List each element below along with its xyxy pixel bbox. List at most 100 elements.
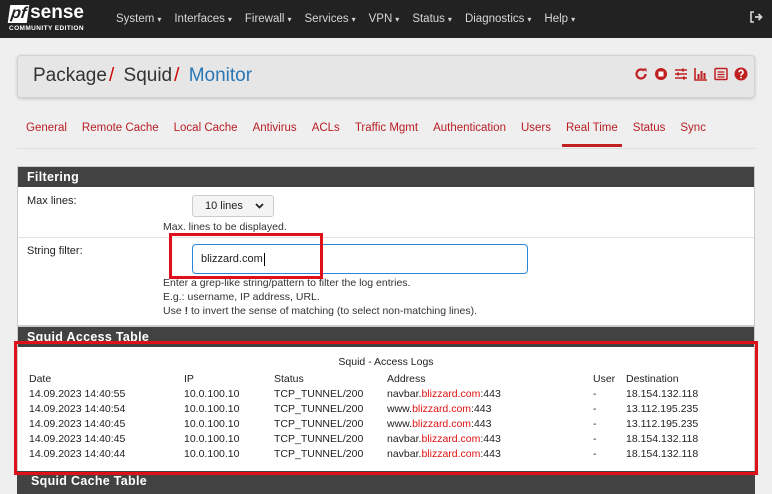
filtering-heading: Filtering [18,167,754,187]
table-row: 14.09.2023 14:40:44 10.0.100.10 TCP_TUNN… [29,447,726,462]
tab-users[interactable]: Users [521,122,551,134]
table-row: 14.09.2023 14:40:45 10.0.100.10 TCP_TUNN… [29,417,726,432]
chart-icon[interactable] [694,67,708,81]
breadcrumb-squid[interactable]: Squid [124,65,173,86]
list-icon[interactable] [714,67,728,81]
tab-remote-cache[interactable]: Remote Cache [82,122,159,134]
cell-destination: 18.154.132.118 [626,433,699,445]
cell-user: - [593,388,597,400]
string-filter-help-3: Use ! to invert the sense of matching (t… [163,305,477,317]
breadcrumb-monitor[interactable]: Monitor [189,65,252,86]
main-menu: System ▾ Interfaces ▾ Firewall ▾ Services ▾ … [116,0,588,38]
cell-ip: 10.0.100.10 [184,448,240,460]
max-lines-select[interactable]: 10 lines [192,195,274,217]
tab-authentication[interactable]: Authentication [433,122,506,134]
text-cursor [263,252,265,266]
menu-interfaces-label: Interfaces [174,13,225,25]
max-lines-row: Max lines: [18,187,754,237]
brand-pf: pf [7,5,30,23]
menu-vpn[interactable]: VPN ▾ [369,13,400,25]
max-lines-value: 10 lines [205,200,243,212]
sign-out-icon[interactable] [749,10,763,27]
string-filter-label: String filter: [27,245,83,257]
cell-status: TCP_TUNNEL/200 [274,418,364,430]
table-row: 14.09.2023 14:40:55 10.0.100.10 TCP_TUNN… [29,387,726,402]
breadcrumb-package[interactable]: Package [33,65,107,86]
menu-diagnostics-label: Diagnostics [464,13,525,25]
tab-status[interactable]: Status [633,122,666,134]
sliders-icon[interactable] [674,67,688,81]
string-filter-input[interactable]: blizzard.com [192,244,528,274]
caret-down-icon: ▾ [571,15,576,24]
help-text: Use [163,305,185,317]
cell-ip: 10.0.100.10 [184,433,240,445]
menu-interfaces[interactable]: Interfaces ▾ [174,13,232,25]
caret-down-icon: ▾ [527,15,532,24]
help-icon[interactable] [734,67,748,81]
breadcrumb-panel: Package / Squid / Monitor [17,55,755,98]
filtering-panel: Filtering Max lines: 10 lines Max. lines… [17,166,755,326]
tab-acls[interactable]: ACLs [312,122,340,134]
addr-match: blizzard.com [412,418,472,430]
menu-firewall[interactable]: Firewall ▾ [245,13,292,25]
string-filter-value: blizzard.com [201,253,263,265]
tabs-divider [17,148,755,149]
cell-destination: 18.154.132.118 [626,388,699,400]
cell-date: 14.09.2023 14:40:54 [29,403,126,415]
menu-status[interactable]: Status ▾ [412,13,452,25]
max-lines-label: Max lines: [27,195,77,207]
cell-date: 14.09.2023 14:40:44 [29,448,126,460]
addr-port: :443 [471,403,492,415]
cell-destination: 18.154.132.118 [626,448,699,460]
cell-destination: 13.112.195.235 [626,418,699,430]
tab-sync[interactable]: Sync [680,122,706,134]
cell-date: 14.09.2023 14:40:45 [29,433,126,445]
help-text: to invert the sense of matching (to sele… [188,305,477,317]
cell-status: TCP_TUNNEL/200 [274,403,364,415]
table-row: 14.09.2023 14:40:45 10.0.100.10 TCP_TUNN… [29,432,726,447]
top-navbar: pf sense COMMUNITY EDITION System ▾ Interf… [0,0,772,38]
brand-wordmark: pf sense [7,3,84,23]
package-tabs: General Remote Cache Local Cache Antivir… [26,122,721,147]
menu-vpn-label: VPN [368,13,393,25]
cell-address: navbar.blizzard.com:443 [387,432,593,447]
menu-help[interactable]: Help ▾ [544,13,575,25]
addr-port: :443 [480,448,501,460]
menu-services-label: Services [304,13,349,25]
caret-down-icon: ▾ [447,15,452,24]
tab-traffic-mgmt[interactable]: Traffic Mgmt [355,122,418,134]
tab-antivirus[interactable]: Antivirus [253,122,297,134]
menu-services[interactable]: Services ▾ [305,13,356,25]
breadcrumb-actions [628,67,748,81]
tab-general[interactable]: General [26,122,67,134]
access-logs-table: Date IP Status Address User Destination … [29,372,726,462]
brand-edition: COMMUNITY EDITION [9,25,84,32]
col-destination: Destination [626,373,679,385]
col-user: User [593,373,616,385]
stop-icon[interactable] [654,67,668,81]
cell-status: TCP_TUNNEL/200 [274,388,364,400]
tab-local-cache[interactable]: Local Cache [174,122,238,134]
caret-down-icon: ▾ [287,15,292,24]
cell-date: 14.09.2023 14:40:55 [29,388,126,400]
addr-prefix: navbar. [387,448,422,460]
pfsense-logo[interactable]: pf sense COMMUNITY EDITION [7,3,99,35]
access-table-heading: Squid Access Table [18,327,754,347]
cell-ip: 10.0.100.10 [184,388,240,400]
cell-ip: 10.0.100.10 [184,403,240,415]
addr-prefix: www. [387,418,413,430]
menu-help-label: Help [544,13,569,25]
addr-match: blizzard.com [421,448,481,460]
caret-down-icon: ▾ [157,15,162,24]
addr-match: blizzard.com [412,403,472,415]
refresh-icon[interactable] [634,67,648,81]
table-header-row: Date IP Status Address User Destination [29,372,726,387]
menu-diagnostics[interactable]: Diagnostics ▾ [465,13,531,25]
addr-port: :443 [471,418,492,430]
tab-real-time[interactable]: Real Time [562,122,622,147]
breadcrumb: Package / Squid / Monitor [33,65,252,87]
col-ip: IP [184,373,194,385]
caret-down-icon: ▾ [395,15,400,24]
menu-system[interactable]: System ▾ [116,13,161,25]
squid-access-panel: Squid Access Table Squid - Access Logs D… [17,326,755,474]
